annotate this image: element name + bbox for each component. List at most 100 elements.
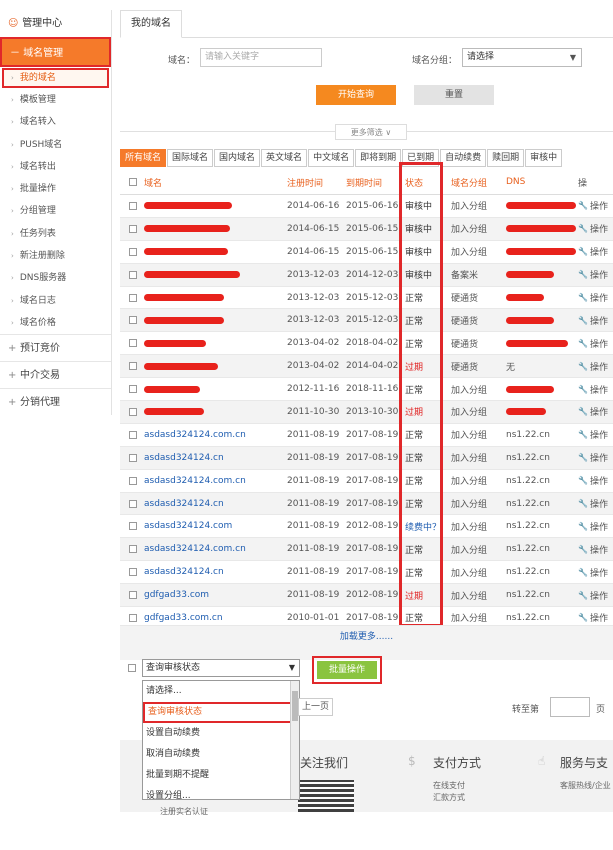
operate-button[interactable]: 🔧 操作 xyxy=(578,493,613,515)
domain-name[interactable]: asdasd324124.cn xyxy=(144,493,282,515)
row-checkbox[interactable] xyxy=(129,515,137,537)
sidebar-item[interactable]: › PUSH域名 xyxy=(0,134,111,156)
row-checkbox[interactable] xyxy=(129,493,137,515)
row-checkbox[interactable] xyxy=(129,538,137,560)
filter-tab[interactable]: 审核中 xyxy=(525,149,563,167)
sidebar-section[interactable]: + 中介交易 xyxy=(0,361,111,388)
more-filter-button[interactable]: 更多筛选 ∨ xyxy=(335,124,407,140)
group-link[interactable]: 加入分组 xyxy=(451,378,501,400)
footer-pay-online[interactable]: 在线支付 xyxy=(433,780,465,791)
sidebar-item[interactable]: › 分组管理 xyxy=(0,200,111,222)
row-checkbox[interactable] xyxy=(129,355,137,377)
operate-button[interactable]: 🔧 操作 xyxy=(578,447,613,469)
operate-button[interactable]: 🔧 操作 xyxy=(578,561,613,583)
operate-button[interactable]: 🔧 操作 xyxy=(578,401,613,423)
reset-button[interactable]: 重置 xyxy=(414,85,494,105)
select-all-checkbox[interactable] xyxy=(129,170,137,194)
col-status[interactable]: 状态 xyxy=(405,170,447,194)
filter-tab[interactable]: 自动续费 xyxy=(440,149,487,167)
group-select[interactable]: 请选择 ▼ xyxy=(462,48,582,67)
row-checkbox[interactable] xyxy=(129,378,137,400)
domain-name[interactable]: asdasd324124.com.cn xyxy=(144,424,282,446)
operate-button[interactable]: 🔧 操作 xyxy=(578,332,613,354)
search-button[interactable]: 开始查询 xyxy=(316,85,396,105)
dropdown-option[interactable]: 取消自动续费 xyxy=(143,744,299,765)
group-link[interactable]: 硬通货 xyxy=(451,287,501,309)
operate-button[interactable]: 🔧 操作 xyxy=(578,470,613,492)
filter-tab[interactable]: 即将到期 xyxy=(355,149,402,167)
prev-page-button[interactable]: 上一页 xyxy=(298,698,333,716)
group-link[interactable]: 加入分组 xyxy=(451,424,501,446)
group-link[interactable]: 硬通货 xyxy=(451,355,501,377)
domain-name[interactable]: asdasd324124.com xyxy=(144,515,282,537)
domain-search-input[interactable]: 请输入关键字 xyxy=(200,48,322,67)
group-link[interactable]: 备案米 xyxy=(451,264,501,286)
sidebar-section[interactable]: + 预订竞价 xyxy=(0,334,111,361)
group-link[interactable]: 加入分组 xyxy=(451,584,501,606)
operate-button[interactable]: 🔧 操作 xyxy=(578,241,613,263)
operate-button[interactable]: 🔧 操作 xyxy=(578,287,613,309)
sidebar-item[interactable]: › 模板管理 xyxy=(0,89,111,111)
filter-tab[interactable]: 国内域名 xyxy=(214,149,261,167)
dropdown-option[interactable]: 请选择... xyxy=(143,681,299,702)
row-checkbox[interactable] xyxy=(129,447,137,469)
group-link[interactable]: 加入分组 xyxy=(451,401,501,423)
row-checkbox[interactable] xyxy=(129,264,137,286)
row-checkbox[interactable] xyxy=(129,470,137,492)
group-link[interactable]: 加入分组 xyxy=(451,241,501,263)
group-link[interactable]: 加入分组 xyxy=(451,493,501,515)
operate-button[interactable]: 🔧 操作 xyxy=(578,264,613,286)
group-link[interactable]: 硬通货 xyxy=(451,309,501,331)
tab-my-domains[interactable]: 我的域名 xyxy=(120,10,182,38)
sidebar-item[interactable]: › 域名价格 xyxy=(0,312,111,334)
row-checkbox[interactable] xyxy=(129,287,137,309)
operate-button[interactable]: 🔧 操作 xyxy=(578,538,613,560)
operate-button[interactable]: 🔧 操作 xyxy=(578,355,613,377)
sidebar-item[interactable]: › 任务列表 xyxy=(0,223,111,245)
group-link[interactable]: 加入分组 xyxy=(451,561,501,583)
operate-button[interactable]: 🔧 操作 xyxy=(578,584,613,606)
col-group[interactable]: 域名分组 xyxy=(451,170,501,194)
domain-name[interactable]: asdasd324124.cn xyxy=(144,561,282,583)
col-dns[interactable]: DNS xyxy=(506,170,576,194)
group-link[interactable]: 加入分组 xyxy=(451,447,501,469)
dropdown-option[interactable]: 查询审核状态 xyxy=(143,702,299,723)
operate-button[interactable]: 🔧 操作 xyxy=(578,309,613,331)
sidebar-item[interactable]: › 域名转出 xyxy=(0,156,111,178)
group-link[interactable]: 加入分组 xyxy=(451,195,501,217)
dropdown-option[interactable]: 设置分组... xyxy=(143,786,299,799)
filter-tab[interactable]: 所有域名 xyxy=(120,149,167,167)
group-link[interactable]: 硬通货 xyxy=(451,332,501,354)
batch-operation-button[interactable]: 批量操作 xyxy=(317,661,377,679)
row-checkbox[interactable] xyxy=(129,424,137,446)
group-link[interactable]: 加入分组 xyxy=(451,515,501,537)
load-more-link[interactable]: 加载更多...... xyxy=(120,625,613,660)
dropdown-option[interactable]: 批量到期不提醒 xyxy=(143,765,299,786)
sidebar-item[interactable]: › 新注册删除 xyxy=(0,245,111,267)
status-badge[interactable]: 续费中？ xyxy=(405,515,447,537)
dropdown-option[interactable]: 设置自动续费 xyxy=(143,723,299,744)
filter-tab[interactable]: 中文域名 xyxy=(308,149,355,167)
operate-button[interactable]: 🔧 操作 xyxy=(578,515,613,537)
batch-checkbox[interactable] xyxy=(128,664,136,672)
row-checkbox[interactable] xyxy=(129,561,137,583)
domain-name[interactable]: asdasd324124.cn xyxy=(144,447,282,469)
row-checkbox[interactable] xyxy=(129,309,137,331)
sidebar-header[interactable]: ☺ 管理中心 xyxy=(0,10,111,37)
col-reg-date[interactable]: 注册时间 xyxy=(287,170,345,194)
footer-reg-verify[interactable]: 注册实名认证 xyxy=(160,806,208,817)
row-checkbox[interactable] xyxy=(129,332,137,354)
sidebar-item[interactable]: › 域名日志 xyxy=(0,290,111,312)
filter-tab[interactable]: 已到期 xyxy=(402,149,440,167)
operate-button[interactable]: 🔧 操作 xyxy=(578,218,613,240)
group-link[interactable]: 加入分组 xyxy=(451,470,501,492)
footer-pay-transfer[interactable]: 汇款方式 xyxy=(433,792,465,803)
sidebar-group-domain[interactable]: － 域名管理 xyxy=(0,37,111,67)
group-link[interactable]: 加入分组 xyxy=(451,538,501,560)
row-checkbox[interactable] xyxy=(129,195,137,217)
row-checkbox[interactable] xyxy=(129,401,137,423)
goto-page-input[interactable] xyxy=(550,697,590,717)
operate-button[interactable]: 🔧 操作 xyxy=(578,378,613,400)
sidebar-item[interactable]: › 批量操作 xyxy=(0,178,111,200)
filter-tab[interactable]: 赎回期 xyxy=(487,149,525,167)
